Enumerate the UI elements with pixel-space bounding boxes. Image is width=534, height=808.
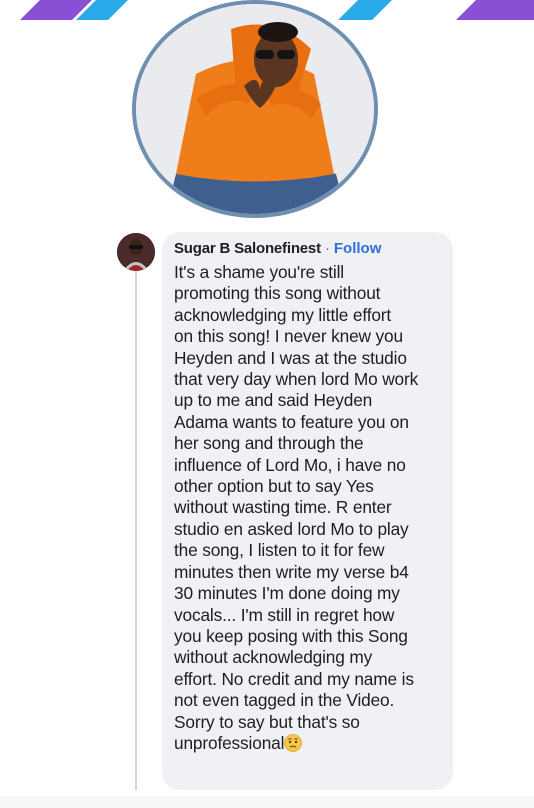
comment-line: 30 minutes I'm done doing my xyxy=(174,583,400,604)
comment-line: It's a shame you're still xyxy=(174,262,344,282)
comment-line: promoting this song without xyxy=(174,283,381,304)
comment-line: acknowledging my little effort xyxy=(174,304,392,325)
comment-bubble: Sugar B Salonefinest · Follow It's a sha… xyxy=(162,232,453,790)
comment-line: influence of Lord Mo, i have no xyxy=(174,454,406,475)
comment-line: effort. No credit and my name is xyxy=(174,668,414,689)
comment-line: without wasting time. R enter xyxy=(174,497,392,518)
comment-line: you keep posing with this Song xyxy=(174,625,408,646)
thread-line xyxy=(135,270,137,790)
comment-author[interactable]: Sugar B Salonefinest xyxy=(174,240,321,257)
follow-button[interactable]: Follow xyxy=(334,240,382,257)
comment-line: on this song! I never knew you xyxy=(174,326,403,347)
comment-text: It's a shame you're still promoting this… xyxy=(174,262,443,754)
comment-last-line: unprofessional xyxy=(174,733,443,754)
bottom-edge xyxy=(0,796,534,808)
comment-line: without acknowledging my xyxy=(174,647,373,668)
comment-line: that very day when lord Mo work xyxy=(174,369,419,390)
comment-line: up to me and said Heyden xyxy=(174,390,373,411)
commenter-avatar-photo xyxy=(117,233,155,271)
comment-line: minutes then write my verse b4 xyxy=(174,561,409,582)
comment-line: Heyden and I was at the studio xyxy=(174,347,407,368)
profile-photo xyxy=(132,0,378,218)
comment-line: not even tagged in the Video. xyxy=(174,690,395,711)
separator-dot: · xyxy=(324,240,330,257)
commenter-avatar[interactable] xyxy=(117,233,155,271)
comment-line: Adama wants to feature you on xyxy=(174,411,409,432)
comment-line: vocals... I'm still in regret how xyxy=(174,604,395,625)
comment-line: other option but to say Yes xyxy=(174,476,374,497)
worried-face-emoji xyxy=(284,734,303,752)
comment-line: the song, I listen to it for few xyxy=(174,540,385,561)
comment-line: studio en asked lord Mo to play xyxy=(174,518,409,539)
comment-header: Sugar B Salonefinest · Follow xyxy=(174,240,443,262)
person-orange-hoodie-photo xyxy=(136,4,374,214)
comment-line: unprofessional xyxy=(174,732,285,753)
comment-line: her song and through the xyxy=(174,433,364,454)
comment-line: Sorry to say but that's so xyxy=(174,711,360,732)
